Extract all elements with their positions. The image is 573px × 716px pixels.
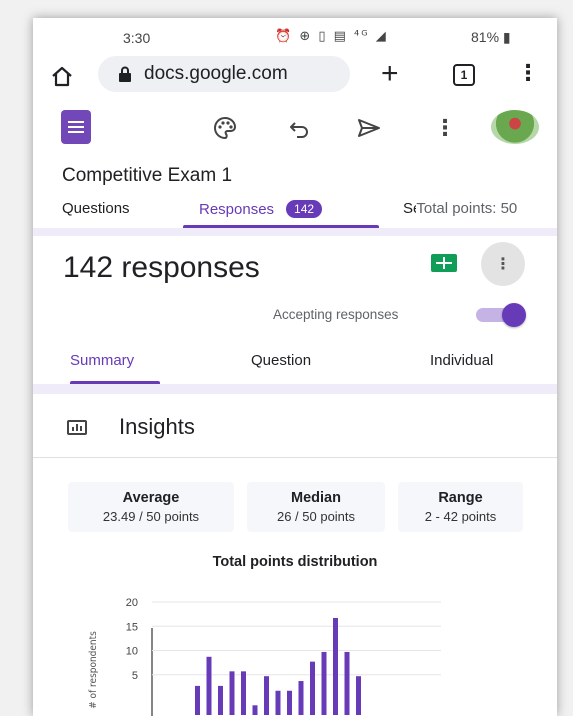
tab-question[interactable]: Question [251,352,311,369]
tab-responses[interactable]: Responses 142 [199,200,323,218]
chart-bar [241,671,246,715]
form-more-button[interactable]: ⋮ [431,114,459,142]
stat-range: Range 2 - 42 points [398,482,523,532]
stat-label: Median [291,490,341,506]
undo-button[interactable] [285,114,313,142]
status-bar: 3:30 ⏰ ⊕ ▯ ▤ ⁴ᴳ ◢ 81% ▮ [33,18,557,54]
palette-button[interactable] [211,114,239,142]
y-axis-label: # of respondents [88,631,99,709]
home-icon [52,66,72,87]
response-view-tabs: Summary Question Individual [33,348,557,384]
status-icons: ⏰ ⊕ ▯ ▤ ⁴ᴳ ◢ [275,29,388,44]
status-time: 3:30 [123,30,151,46]
responses-count-heading: 142 responses [63,251,260,284]
forms-toolbar: ⋮ [33,110,557,162]
chart-bar [195,685,200,715]
new-tab-button[interactable]: + [381,59,399,89]
chart-bar [333,618,338,715]
battery-indicator: 81% ▮ [471,29,511,46]
lock-icon [119,66,131,82]
insights-header: Insights [33,394,557,458]
battery-percent: 81% [471,29,500,45]
chart-title: Total points distribution [212,554,378,570]
sheets-icon[interactable] [431,254,457,272]
y-tick-label: 10 [126,646,138,658]
home-button[interactable] [47,62,77,92]
y-tick-label: 5 [132,670,138,682]
browser-toolbar: docs.google.com + 1 ⋮ [33,54,557,110]
chart-bar [229,671,235,715]
accepting-responses-toggle[interactable] [476,303,526,327]
phone-screen: 3:30 ⏰ ⊕ ▯ ▤ ⁴ᴳ ◢ 81% ▮ docs.google.com … [33,18,557,716]
tab-switcher-button[interactable]: 1 [453,64,475,86]
url-field[interactable]: docs.google.com [98,56,350,92]
chart-bar [344,651,350,715]
send-button[interactable] [355,114,383,142]
tab-individual[interactable]: Individual [430,352,493,369]
battery-icon: ▮ [502,29,511,45]
plus-icon: + [381,57,399,90]
form-tabs: Questions Responses 142 SeTotal points: 5… [33,194,557,228]
total-points-label: Total points: 50 [416,200,518,217]
insights-icon [67,420,87,435]
tab-summary[interactable]: Summary [70,352,134,369]
stat-label: Range [438,490,483,506]
stat-label: Average [122,490,180,506]
section-divider [33,384,557,394]
more-vert-icon: ⋮ [517,60,539,85]
chart-bar [252,705,258,715]
accepting-responses-label: Accepting responses [273,307,399,322]
tab-count: 1 [460,68,468,82]
chart-bar [287,690,292,715]
points-distribution-chart: # of respondents 5 10 15 20 [88,597,441,716]
chart-bar [218,685,223,715]
palette-icon [214,116,237,140]
chart-bar [356,676,361,715]
forms-logo-icon[interactable] [61,110,91,144]
chart-bar [264,676,269,715]
insights-title: Insights [119,414,195,439]
avatar[interactable] [491,110,539,144]
chart-bar [321,651,327,715]
chart-bar [310,661,315,715]
form-title: Competitive Exam 1 [62,165,233,186]
chart-bar [206,656,212,715]
more-vert-icon: ⋮ [495,256,511,273]
send-icon [358,119,380,137]
tab-settings[interactable]: SeTotal points: 50 [403,200,557,217]
tab-responses-label: Responses [199,201,275,218]
chart-bar [298,681,304,715]
responses-count-badge: 142 [286,200,323,218]
y-tick-label: 20 [126,597,138,609]
responses-more-button[interactable]: ⋮ [481,242,525,286]
section-divider [33,228,557,236]
more-vert-icon: ⋮ [434,115,456,140]
toggle-thumb [502,303,526,327]
tab-questions[interactable]: Questions [62,200,130,217]
browser-menu-button[interactable]: ⋮ [517,60,539,86]
y-tick-label: 15 [126,621,138,633]
undo-icon [290,122,308,138]
stat-value: 26 / 50 points [276,509,356,524]
url-text: docs.google.com [144,63,288,84]
stat-value: 2 - 42 points [424,509,497,524]
stat-average: Average 23.49 / 50 points [68,482,234,532]
stat-median: Median 26 / 50 points [247,482,385,532]
stat-value: 23.49 / 50 points [102,509,200,524]
chart-bar [275,690,281,715]
